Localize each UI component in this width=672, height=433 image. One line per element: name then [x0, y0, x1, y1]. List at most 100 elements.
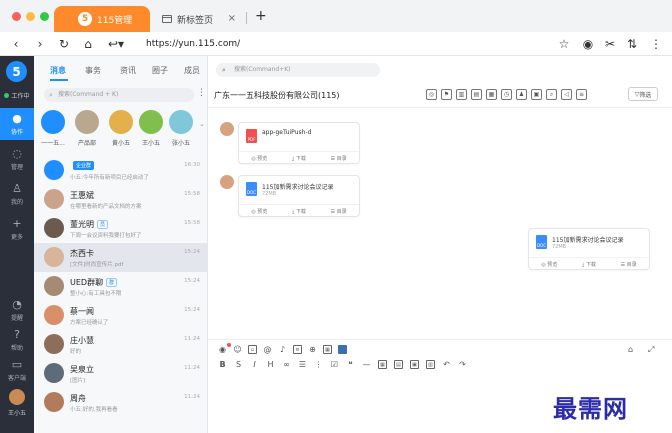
chat-icon[interactable]: ◉ — [580, 36, 596, 52]
list-item[interactable]: 杰西卡 [文件]时尚宣传片.pdf 15:24 — [34, 243, 208, 272]
image-icon[interactable]: ▣ — [410, 360, 419, 369]
tab-circle[interactable]: 圈子 — [152, 65, 168, 76]
numbered-list-icon[interactable]: ⋮ — [314, 360, 323, 369]
download-button[interactable]: ⤓ 下载 — [292, 208, 306, 215]
file-icon[interactable]: ▤ — [471, 89, 482, 100]
attachment-icon[interactable]: ▥ — [426, 360, 435, 369]
menu-icon[interactable]: ⋮ — [648, 36, 664, 52]
image-icon[interactable]: ▫ — [248, 345, 257, 354]
link-icon[interactable]: ∞ — [282, 360, 291, 369]
favorite-product[interactable]: 产品部 — [72, 110, 102, 147]
checklist-icon[interactable]: ☑ — [330, 360, 339, 369]
favorite-zhang[interactable]: 张小五 — [166, 110, 196, 147]
record-icon[interactable]: ◎ — [426, 89, 437, 100]
avatar-at-icon[interactable]: ◉ — [218, 345, 227, 354]
redo-icon[interactable]: ↷ — [458, 360, 467, 369]
quote-icon[interactable]: ❝ — [346, 360, 355, 369]
favorite-huang[interactable]: 黄小五 — [106, 110, 136, 147]
bold-button[interactable]: B — [218, 360, 227, 369]
history-icon[interactable]: ◷ — [501, 89, 512, 100]
download-button[interactable]: ⤓ 下载 — [582, 261, 596, 268]
tab-affairs[interactable]: 事务 — [85, 65, 101, 76]
screenshot-icon[interactable] — [338, 345, 347, 354]
list-item[interactable]: 蔡一闻 方案已经确认了 15:24 — [34, 301, 208, 330]
preview-button[interactable]: ◎ 预览 — [541, 261, 557, 268]
tab-115-manage[interactable]: 5 115管理 — [54, 6, 150, 32]
bullet-list-icon[interactable]: ☰ — [298, 360, 307, 369]
work-status[interactable]: 工作中 — [0, 87, 34, 103]
forward-icon[interactable]: › — [32, 36, 48, 52]
italic-button[interactable]: I — [250, 360, 259, 369]
expand-icon[interactable]: ⤢ — [648, 345, 654, 355]
scissors-icon[interactable]: ✂ — [602, 36, 618, 52]
new-tab-button[interactable]: + — [255, 8, 267, 24]
star-icon[interactable]: ☆ — [556, 36, 572, 52]
reload-icon[interactable]: ↻ — [56, 36, 72, 52]
tab-new-tab[interactable]: 新标签页 × — [152, 6, 244, 32]
nav-item-remind[interactable]: ◔ 提醒 — [0, 294, 34, 326]
list-item[interactable]: 企业群 小五:今年所有新项目已经启动了 16:30 — [34, 156, 208, 185]
emoji-icon[interactable]: ☺ — [233, 345, 242, 354]
download-button[interactable]: ⤓ 下载 — [292, 155, 306, 162]
album-icon[interactable]: ▣ — [531, 89, 542, 100]
table-icon[interactable]: ▦ — [378, 360, 387, 369]
announcement-icon[interactable]: ◁ — [561, 89, 572, 100]
search-icon[interactable]: ⌕ — [546, 89, 557, 100]
directory-button[interactable]: ☰ 目录 — [331, 208, 347, 215]
filter-button[interactable]: ▽ 筛选 — [628, 87, 658, 101]
nav-item-mine[interactable]: ♙ 我的 — [0, 178, 34, 210]
settings-icon[interactable]: ≡ — [576, 89, 587, 100]
file-message-card[interactable]: DOC 115加新需求讨论会议记录 72MB ◎ 预览 ⤓ 下载 ☰ 目录 — [528, 228, 650, 270]
translate-icon[interactable]: ⇅ — [624, 36, 640, 52]
list-item[interactable]: 周舟 小五:好的,我再看看 11:24 — [34, 388, 208, 417]
calendar-icon[interactable]: ▦ — [486, 89, 497, 100]
home-icon[interactable]: ⌂ — [80, 36, 96, 52]
microphone-icon[interactable]: ♪ — [278, 345, 287, 354]
code-block-icon[interactable]: ▤ — [394, 360, 403, 369]
file-message-card[interactable]: PDF app-geTuiPush-d ◎ 预览 ⤓ 下载 ☰ 目录 — [238, 122, 360, 164]
maximize-window-button[interactable] — [40, 12, 49, 21]
lock-icon[interactable]: ⌂ — [628, 345, 633, 354]
divider-icon[interactable]: — — [362, 360, 371, 369]
close-window-button[interactable] — [12, 12, 21, 21]
nav-item-collab[interactable]: ● 协作 — [0, 108, 34, 140]
undo-dropdown-icon[interactable]: ↩▾ — [104, 36, 128, 52]
tab-news[interactable]: 资讯 — [120, 65, 136, 76]
main-search-input[interactable]: ⌕ 搜索(Command+K) — [216, 63, 380, 77]
favorite-company[interactable]: 一一五... — [38, 110, 68, 147]
minimize-window-button[interactable] — [26, 12, 35, 21]
chart-icon[interactable]: ▥ — [456, 89, 467, 100]
list-item[interactable]: 董光明员 下周一会议资料我要打包好了 15:58 — [34, 214, 208, 243]
org-icon[interactable]: ♟ — [516, 89, 527, 100]
chevron-down-icon[interactable]: ⌄ — [199, 120, 205, 128]
tab-messages[interactable]: 消息 — [50, 65, 66, 76]
directory-button[interactable]: ☰ 目录 — [331, 155, 347, 162]
sender-avatar[interactable] — [220, 122, 234, 136]
list-item[interactable]: 王惠斌 在哪里看新的产品文档的方案 15:58 — [34, 185, 208, 214]
nav-item-more[interactable]: + 更多 — [0, 213, 34, 245]
sender-avatar[interactable] — [220, 175, 234, 189]
back-icon[interactable]: ‹ — [8, 36, 24, 52]
preview-button[interactable]: ◎ 预览 — [251, 155, 267, 162]
file-message-card[interactable]: DOC 115加新需求讨论会议记录 72MB ◎ 预览 ⤓ 下载 ☰ 目录 — [238, 175, 360, 217]
document-icon[interactable]: ≡ — [293, 345, 302, 354]
preview-button[interactable]: ◎ 预览 — [251, 208, 267, 215]
close-icon[interactable]: × — [228, 13, 236, 24]
more-icon[interactable]: ⋮ — [197, 88, 206, 98]
flag-icon[interactable]: ⚑ — [441, 89, 452, 100]
nav-item-help[interactable]: ? 帮助 — [0, 324, 34, 356]
list-item[interactable]: 吴泉立 [图片] 11:24 — [34, 359, 208, 388]
list-search-input[interactable]: ⌕ 搜索(Command + K) — [44, 88, 194, 102]
list-item[interactable]: UED群聊群 整小心:有工具包不限 15:24 — [34, 272, 208, 301]
table-icon[interactable]: ▦ — [323, 345, 332, 354]
favorite-wang[interactable]: 王小五 — [136, 110, 166, 147]
strikethrough-button[interactable]: S — [234, 360, 243, 369]
user-avatar[interactable] — [9, 389, 25, 405]
mention-icon[interactable]: @ — [263, 345, 272, 354]
directory-button[interactable]: ☰ 目录 — [621, 261, 637, 268]
link-icon[interactable]: ⊕ — [308, 345, 317, 354]
nav-item-manage[interactable]: ◌ 管理 — [0, 143, 34, 175]
heading-button[interactable]: H — [266, 360, 275, 369]
address-bar[interactable]: https://yun.115.com/ — [146, 39, 240, 49]
list-item[interactable]: 庄小慧 好的 11:24 — [34, 330, 208, 359]
